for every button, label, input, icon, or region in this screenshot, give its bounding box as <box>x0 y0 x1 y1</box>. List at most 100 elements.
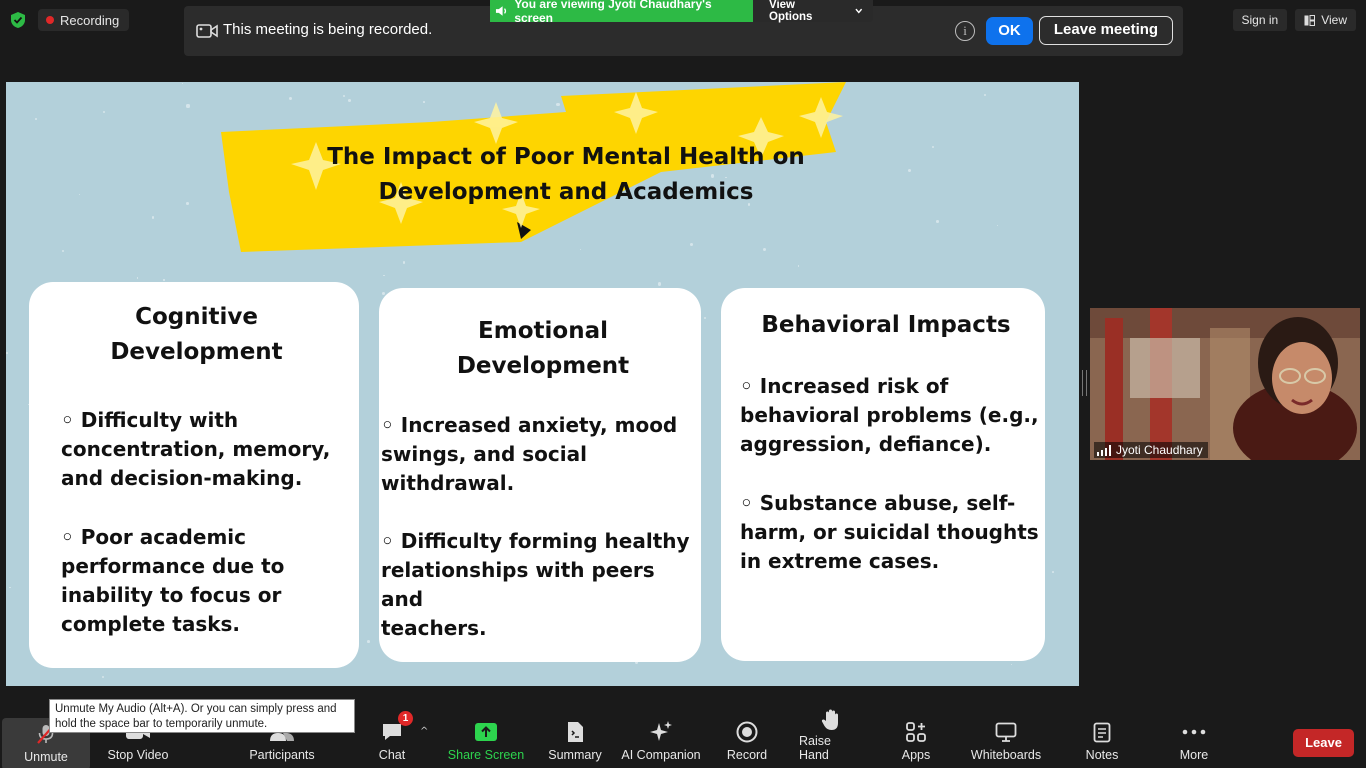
bullet-line: performance due to <box>61 554 285 578</box>
grid-view-icon <box>1304 14 1316 26</box>
tooltip-line-1: Unmute My Audio (Alt+A). Or you can simp… <box>55 703 337 715</box>
texture-speck <box>932 146 935 149</box>
recording-indicator[interactable]: Recording <box>38 9 130 31</box>
texture-speck <box>186 104 190 108</box>
shield-check-icon[interactable] <box>8 10 28 30</box>
recording-dot-icon <box>46 16 54 24</box>
card-heading-line: Development <box>456 353 630 379</box>
texture-speck <box>367 640 371 643</box>
card-behavioral-impacts: Behavioral Impacts ◦ Increased risk of b… <box>721 288 1045 661</box>
sign-in-button[interactable]: Sign in <box>1232 9 1288 31</box>
texture-speck <box>61 249 64 252</box>
bullet-line: relationships with peers and <box>381 558 655 611</box>
card-heading-line: Development <box>110 339 283 365</box>
recording-status: Recording <box>8 8 130 32</box>
leave-button[interactable]: Leave <box>1293 729 1354 757</box>
texture-speck <box>79 193 81 195</box>
texture-speck <box>35 118 38 121</box>
viewing-label: You are viewing Jyoti Chaudhary's screen <box>514 0 712 25</box>
summary-label: Summary <box>548 748 602 762</box>
viewing-status: You are viewing Jyoti Chaudhary's screen <box>490 0 753 25</box>
card-heading: Cognitive Development <box>29 300 364 370</box>
view-options-label: View Options <box>769 0 813 23</box>
bullet-line: ◦ Substance abuse, self- <box>740 491 1016 515</box>
notes-icon <box>1093 719 1111 745</box>
share-screen-button[interactable]: Share Screen <box>446 716 526 768</box>
card-bullet: ◦ Increased anxiety, mood swings, and so… <box>381 411 701 498</box>
whiteboards-button[interactable]: Whiteboards <box>966 716 1046 768</box>
card-emotional-development: Emotional Development ◦ Increased anxiet… <box>379 288 701 662</box>
record-button[interactable]: Record <box>722 716 772 768</box>
view-label: View <box>1321 13 1347 27</box>
card-bullet: ◦ Difficulty with concentration, memory,… <box>61 406 330 493</box>
bullet-line: aggression, defiance). <box>740 432 992 456</box>
texture-speck <box>657 282 662 286</box>
bullet-line: swings, and social withdrawal. <box>381 442 587 495</box>
texture-speck <box>797 265 800 267</box>
bullet-line: ◦ Increased risk of <box>740 374 949 398</box>
chat-icon: 1 <box>381 711 413 745</box>
texture-speck <box>136 277 139 279</box>
whiteboards-label: Whiteboards <box>970 748 1042 762</box>
notes-button[interactable]: Notes <box>1082 716 1122 768</box>
texture-speck <box>402 261 406 264</box>
view-options-dropdown[interactable]: View Options <box>753 0 873 23</box>
apps-icon <box>905 719 927 745</box>
unmute-label: Unmute <box>24 750 68 764</box>
card-heading: Behavioral Impacts <box>721 308 1051 343</box>
info-icon[interactable]: i <box>955 21 975 41</box>
texture-speck <box>1051 570 1054 573</box>
unmute-tooltip: Unmute My Audio (Alt+A). Or you can simp… <box>49 699 355 733</box>
panel-resize-handle[interactable] <box>1082 370 1087 396</box>
participant-video-tile[interactable]: Jyoti Chaudhary <box>1090 308 1360 460</box>
texture-speck <box>101 676 104 679</box>
ok-button[interactable]: OK <box>986 17 1033 45</box>
sparkle-icon <box>648 719 674 745</box>
recording-notice-message: This meeting is being recorded. <box>223 21 433 38</box>
card-bullet: ◦ Increased risk of behavioral problems … <box>740 372 1039 459</box>
signal-strength-icon <box>1097 444 1111 456</box>
texture-speck <box>163 279 165 281</box>
leave-meeting-button[interactable]: Leave meeting <box>1039 16 1173 45</box>
bullet-line: ◦ Poor academic <box>61 525 246 549</box>
participant-name: Jyoti Chaudhary <box>1116 443 1203 457</box>
ai-companion-label: AI Companion <box>621 748 701 762</box>
bullet-line: ◦ Difficulty forming healthy <box>381 529 690 553</box>
bullet-line: concentration, memory, <box>61 437 331 461</box>
chat-options-caret-icon[interactable]: ^ <box>420 726 428 737</box>
card-heading: Emotional Development <box>379 314 707 384</box>
chat-button[interactable]: 1 Chat <box>370 711 414 768</box>
whiteboard-icon <box>995 719 1017 745</box>
texture-speck <box>983 93 987 96</box>
card-bullet: ◦ Poor academic performance due to inabi… <box>61 523 284 639</box>
raise-hand-icon <box>821 709 841 731</box>
shared-screen-slide: The Impact of Poor Mental Health on Deve… <box>6 82 1079 686</box>
card-bullet: ◦ Substance abuse, self- harm, or suicid… <box>740 489 1039 576</box>
apps-button[interactable]: Apps <box>896 716 936 768</box>
more-dots-icon <box>1182 719 1206 745</box>
card-heading-line: Behavioral Impacts <box>761 312 1011 338</box>
stop-video-label: Stop Video <box>107 748 169 762</box>
apps-label: Apps <box>901 748 931 762</box>
slide-title-line-2: Development and Academics <box>378 179 754 205</box>
raise-hand-button[interactable]: Raise Hand <box>799 709 863 768</box>
chat-label: Chat <box>378 748 406 762</box>
bullet-line: behavioral problems (e.g., <box>740 403 1039 427</box>
texture-speck <box>182 82 184 84</box>
chat-badge: 1 <box>398 711 413 726</box>
texture-speck <box>997 225 999 227</box>
bullet-line: inability to focus or <box>61 583 282 607</box>
texture-speck <box>383 274 386 277</box>
share-screen-icon <box>474 719 498 745</box>
view-button[interactable]: View <box>1295 9 1356 31</box>
texture-speck <box>908 169 912 173</box>
more-button[interactable]: More <box>1174 716 1214 768</box>
bullet-line: ◦ Increased anxiety, mood <box>381 413 678 437</box>
ai-companion-button[interactable]: AI Companion <box>621 716 701 768</box>
summary-button[interactable]: Summary <box>545 716 605 768</box>
chevron-down-icon <box>855 8 863 14</box>
card-bullet: ◦ Difficulty forming healthy relationshi… <box>381 527 701 643</box>
top-right-controls: Sign in View <box>1232 9 1356 31</box>
record-label: Record <box>726 748 768 762</box>
sign-in-label: Sign in <box>1241 13 1279 27</box>
